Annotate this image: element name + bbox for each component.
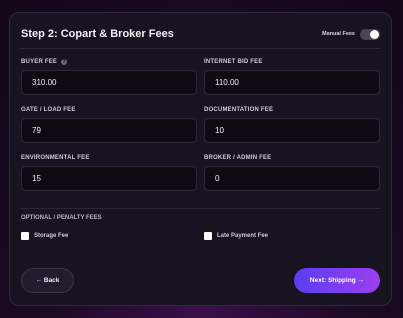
step-title: Step 2: Copart & Broker Fees: [21, 28, 174, 40]
environmental-fee-input[interactable]: 15: [21, 166, 197, 191]
manual-fees-toggle[interactable]: [360, 28, 380, 40]
buyer-fee-input[interactable]: 310.00: [21, 70, 197, 95]
buyer-fee-label: BUYER FEE ?: [21, 58, 197, 66]
late-payment-fee-label: Late Payment Fee: [217, 233, 269, 239]
documentation-fee-field: DOCUMENTATION FEE 10: [204, 106, 380, 143]
internet-bid-fee-label: INTERNET BID FEE: [204, 59, 263, 65]
back-button[interactable]: ← Back: [21, 268, 74, 293]
documentation-fee-input[interactable]: 10: [204, 118, 380, 143]
buyer-fee-field: BUYER FEE ? 310.00: [21, 58, 197, 95]
gate-load-fee-label: GATE / LOAD FEE: [21, 107, 76, 113]
gate-load-fee-field: GATE / LOAD FEE 79: [21, 106, 197, 143]
storage-fee-checkbox-row[interactable]: Storage Fee: [21, 232, 68, 240]
storage-fee-checkbox[interactable]: [21, 232, 29, 240]
broker-admin-fee-label: BROKER / ADMIN FEE: [204, 155, 272, 161]
documentation-fee-label: DOCUMENTATION FEE: [204, 107, 274, 113]
broker-admin-fee-input[interactable]: 0: [204, 166, 380, 191]
section-divider: [20, 208, 381, 209]
toggle-knob: [370, 29, 379, 39]
internet-bid-fee-field: INTERNET BID FEE 110.00: [204, 58, 380, 95]
storage-fee-label: Storage Fee: [34, 233, 69, 239]
environmental-fee-label: ENVIRONMENTAL FEE: [21, 155, 90, 161]
internet-bid-fee-input[interactable]: 110.00: [204, 70, 380, 95]
broker-admin-fee-field: BROKER / ADMIN FEE 0: [204, 154, 380, 191]
optional-fees-heading: OPTIONAL / PENALTY FEES: [21, 215, 102, 221]
card-header: Step 2: Copart & Broker Fees Manual Fees: [21, 27, 380, 41]
fees-card: Step 2: Copart & Broker Fees Manual Fees…: [9, 12, 392, 306]
header-divider: [20, 48, 381, 49]
next-shipping-button[interactable]: Next: Shipping →: [294, 268, 380, 293]
gate-load-fee-input[interactable]: 79: [21, 118, 197, 143]
buyer-fee-label-text: BUYER FEE: [21, 59, 58, 65]
late-payment-fee-checkbox[interactable]: [204, 232, 212, 240]
manual-fees-label: Manual Fees: [321, 31, 355, 37]
environmental-fee-field: ENVIRONMENTAL FEE 15: [21, 154, 197, 191]
late-payment-fee-checkbox-row[interactable]: Late Payment Fee: [204, 232, 268, 240]
help-icon[interactable]: ?: [61, 59, 68, 65]
manual-fees-toggle-group: Manual Fees: [321, 28, 380, 40]
